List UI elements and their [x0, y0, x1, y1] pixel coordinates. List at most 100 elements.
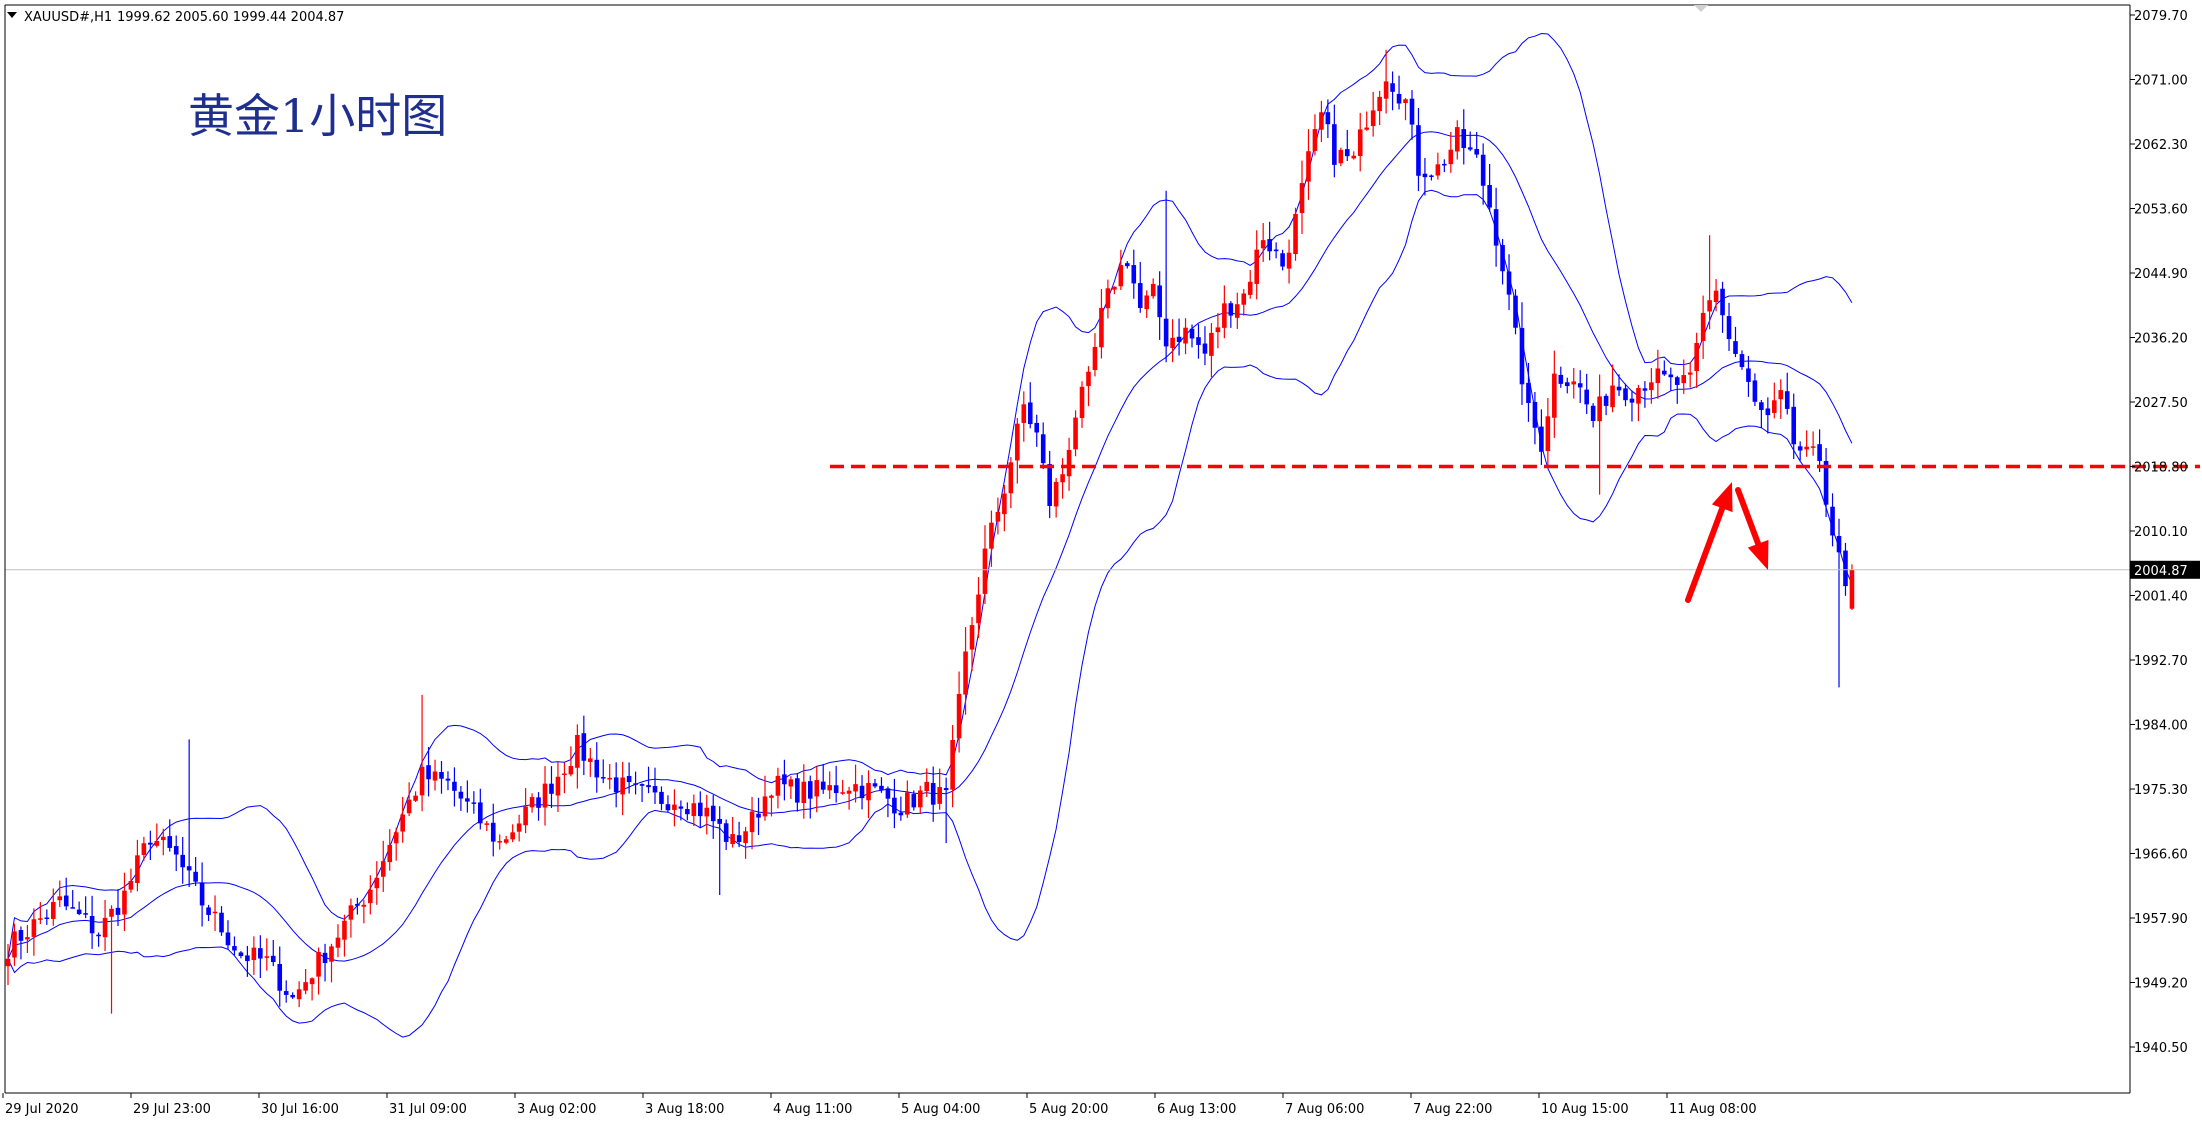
candle [1338, 147, 1344, 167]
candle-body [549, 783, 554, 794]
candle-body [283, 991, 289, 995]
candle-body [1189, 328, 1195, 339]
candle-body [400, 814, 405, 832]
candle-body [1539, 426, 1544, 452]
candle-body [982, 548, 988, 594]
candle-body [613, 777, 619, 793]
chart-header: XAUUSD#,H1 1999.62 2005.60 1999.44 2004.… [7, 10, 344, 25]
candle-body [1454, 127, 1460, 152]
candle-body [1228, 303, 1234, 316]
candle-body [1105, 288, 1111, 309]
candle-body [471, 802, 477, 804]
candle-body [1034, 422, 1040, 433]
candle-body [1681, 375, 1687, 384]
candle-body [173, 846, 179, 855]
candle-body [322, 952, 328, 964]
candle-body [1332, 124, 1337, 165]
candle-body [355, 903, 360, 906]
candle-body [976, 594, 981, 624]
y-tick-label: 1940.50 [2134, 1041, 2188, 1056]
candle-body [1351, 155, 1357, 159]
candle-body [762, 796, 768, 817]
candle-body [1306, 151, 1311, 182]
candle-body [736, 835, 742, 842]
candle [1849, 564, 1855, 611]
candle-body [1597, 396, 1602, 422]
candle-body [633, 783, 638, 785]
candle-body [1079, 386, 1085, 419]
candle-body [1409, 98, 1415, 125]
candle-body [1021, 404, 1027, 423]
candle-body [102, 917, 108, 938]
candle-body [122, 890, 127, 915]
candle-body [1125, 263, 1130, 267]
candle-body [264, 956, 270, 958]
candle-body [1700, 312, 1706, 341]
candle-body [1383, 81, 1389, 99]
y-tick-label: 2018.80 [2134, 461, 2188, 476]
candle-body [646, 785, 651, 788]
candle-body [652, 786, 658, 793]
candle-body [1222, 303, 1227, 328]
candle-body [1293, 213, 1298, 255]
candle-body [723, 823, 729, 842]
candle-body [879, 785, 884, 790]
candle-body [1086, 371, 1091, 387]
candle-body [1137, 283, 1143, 308]
candle-body [1571, 381, 1577, 385]
candle-body [969, 625, 975, 650]
y-tick-label: 2001.40 [2134, 590, 2188, 605]
candle-body [1830, 506, 1835, 536]
x-tick-label: 7 Aug 22:00 [1413, 1102, 1492, 1117]
candle-body [1235, 304, 1240, 318]
candle-body [445, 778, 451, 781]
candle-body [303, 982, 308, 991]
candle-body [989, 522, 994, 549]
candle-body [89, 915, 95, 934]
candle-body [1752, 380, 1758, 402]
candle-body [1325, 112, 1331, 125]
candle-body [115, 907, 121, 915]
candle-body [1435, 164, 1441, 176]
candle-body [1662, 370, 1667, 375]
candle-body [685, 809, 690, 815]
candle-body [1791, 406, 1797, 445]
y-tick-label: 1984.00 [2134, 719, 2188, 734]
candle-body [452, 781, 457, 791]
candle-body [807, 781, 813, 799]
candle-body [1603, 395, 1609, 406]
candle-body [128, 880, 134, 890]
price-chart[interactable]: 2079.70 2071.00 2062.30 2053.60 2044.90 2036.… [0, 0, 2202, 1124]
candle-body [769, 795, 774, 798]
candle-body [1273, 249, 1279, 252]
candle-body [316, 952, 321, 977]
candle-body [775, 775, 781, 796]
candle-body [393, 832, 399, 844]
candle-body [672, 804, 677, 810]
y-tick-label: 1975.30 [2134, 783, 2188, 798]
candle-body [465, 798, 470, 802]
candle-body [329, 946, 334, 962]
candle-body [1778, 390, 1784, 400]
y-tick-label: 2071.00 [2134, 74, 2188, 89]
candle-body [995, 511, 1001, 522]
candle-body [1726, 316, 1732, 340]
candle-body [63, 895, 69, 907]
candle-body [31, 919, 37, 937]
candle-body [1448, 149, 1454, 165]
candle-body [1610, 385, 1615, 408]
candle-body [70, 907, 75, 909]
candle-body [1157, 285, 1162, 318]
candle-body [18, 930, 24, 941]
candle-body [290, 994, 295, 998]
candle-body [1099, 307, 1104, 348]
candle-body [335, 937, 341, 948]
y-tick-label: 2027.50 [2134, 396, 2188, 411]
candle-body [232, 946, 237, 951]
candle-body [135, 855, 140, 883]
candle-body [1772, 400, 1777, 413]
candle-body [1461, 129, 1467, 149]
candle-body [277, 963, 283, 991]
candle-body [1480, 154, 1486, 186]
candle-body [866, 782, 871, 801]
